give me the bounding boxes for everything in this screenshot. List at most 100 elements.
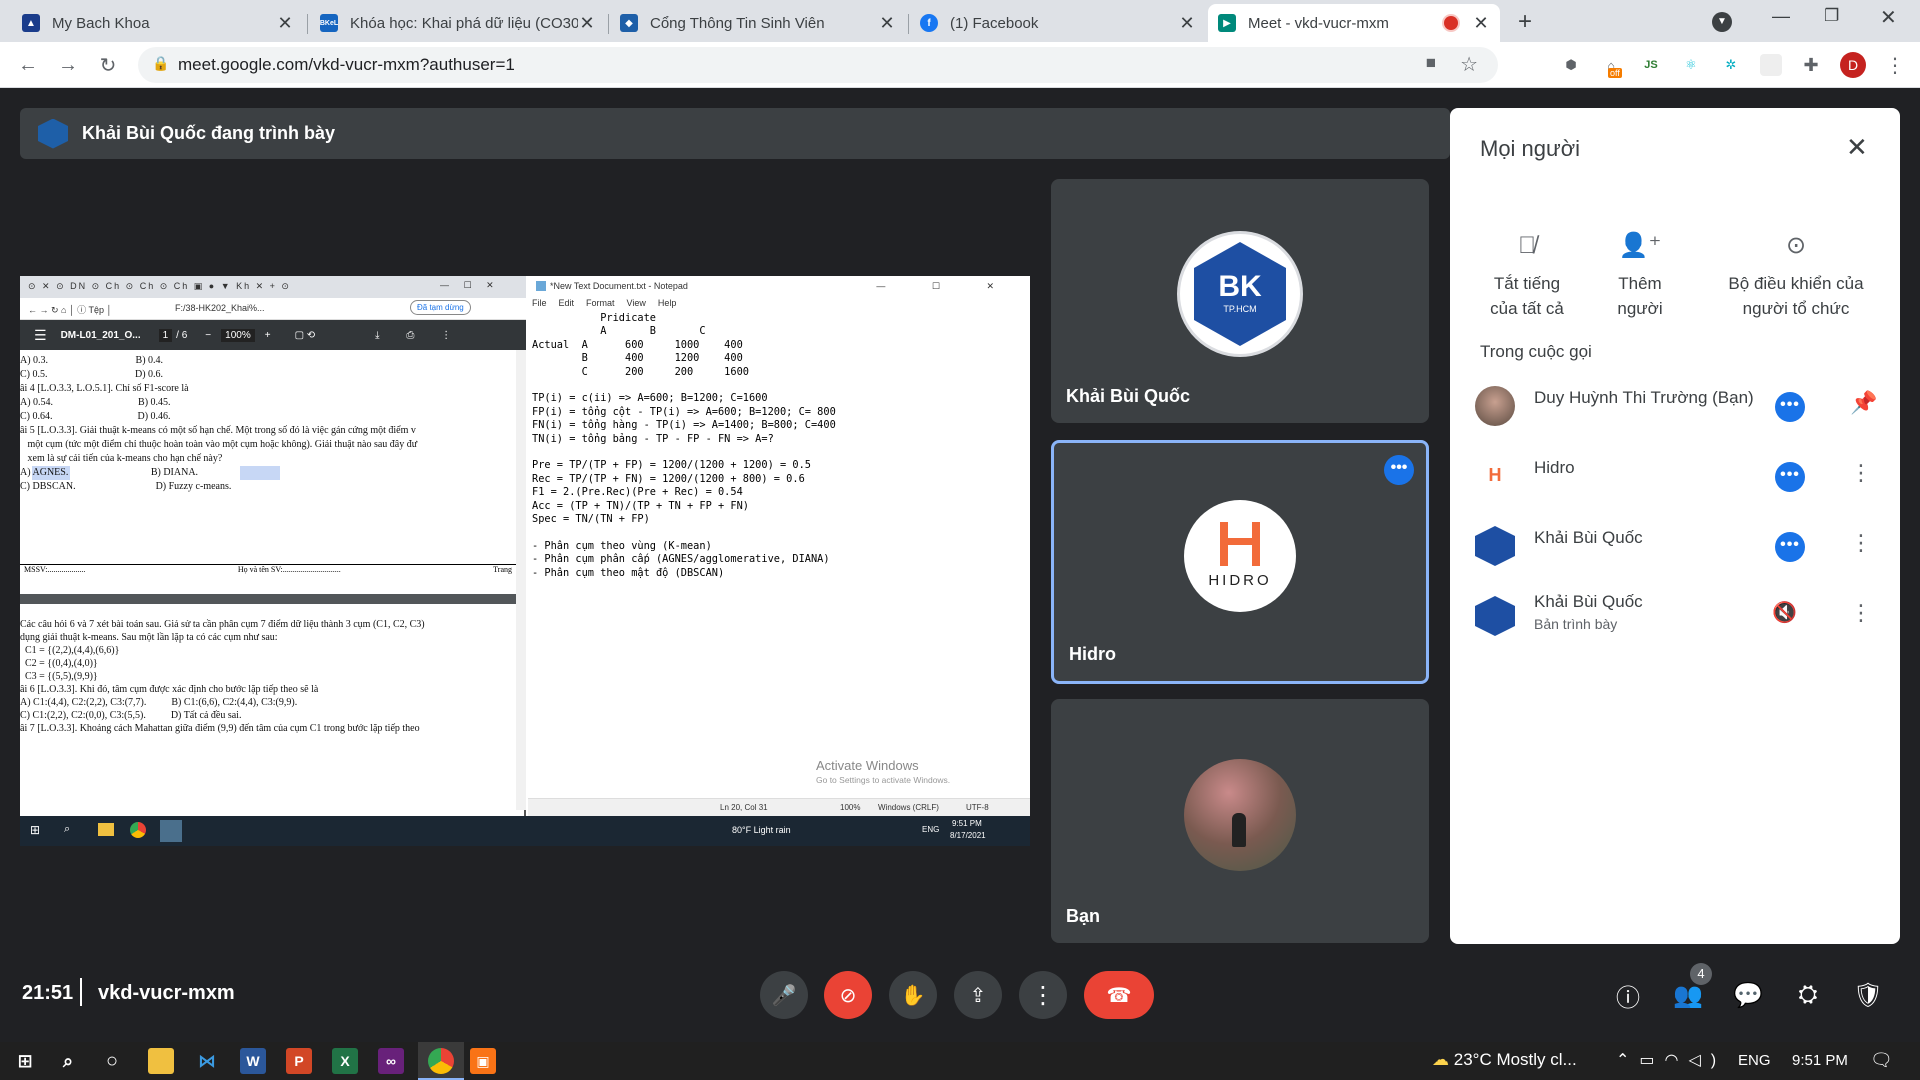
- weather-text: 23°C Mostly cl...: [1453, 1050, 1577, 1069]
- back-icon[interactable]: ←: [14, 51, 42, 79]
- menu-file[interactable]: File: [532, 298, 547, 312]
- pdf-footer-mssv: MSSV:...................: [24, 565, 86, 574]
- tab-congthongtin[interactable]: ◆ Cổng Thông Tin Sinh Viên ✕: [610, 4, 906, 42]
- menu-help[interactable]: Help: [658, 298, 677, 312]
- section-heading: Trong cuộc gọi: [1480, 342, 1592, 361]
- bookmark-star-icon[interactable]: ☆: [1460, 52, 1478, 77]
- extension-js-icon[interactable]: JS: [1640, 54, 1662, 76]
- more-options-icon[interactable]: •••: [1775, 392, 1805, 422]
- tray-icons[interactable]: ⌃▭◠◁): [1616, 1050, 1726, 1070]
- chat-icon[interactable]: 💬: [1730, 977, 1766, 1013]
- close-icon[interactable]: ✕: [878, 13, 896, 34]
- extension-shield-icon[interactable]: ⬢: [1560, 54, 1582, 76]
- leave-call-button[interactable]: ☎: [1084, 971, 1154, 1019]
- browser-tab-strip: ▲ My Bach Khoa ✕ BKeL Khóa học: Khai phá…: [0, 0, 1920, 42]
- extension-off-icon[interactable]: ⌂ off: [1600, 54, 1622, 78]
- clock-time: 9:51 PM: [952, 819, 982, 828]
- present-button[interactable]: ⇪: [954, 971, 1002, 1019]
- weather-widget[interactable]: ☁ 23°C Mostly cl...: [1432, 1050, 1577, 1070]
- participant-row[interactable]: H Hidro ••• ⋮: [1450, 446, 1900, 506]
- hidro-logo-avatar: HIDRO: [1184, 500, 1296, 612]
- menu-edit[interactable]: Edit: [559, 298, 575, 312]
- windows-start-icon[interactable]: ⊞: [12, 1048, 38, 1074]
- pdf-page[interactable]: 1: [158, 328, 173, 342]
- search-icon[interactable]: ⌕: [55, 1048, 81, 1074]
- participant-tile[interactable]: Bạn: [1051, 699, 1429, 943]
- maximize-button[interactable]: ❐: [1824, 6, 1839, 26]
- forward-icon[interactable]: →: [54, 51, 82, 79]
- close-icon[interactable]: ✕: [578, 13, 596, 34]
- excel-icon[interactable]: X: [332, 1048, 358, 1074]
- pin-icon[interactable]: 📌: [1850, 390, 1877, 416]
- kebab-menu-icon[interactable]: ⋮: [1850, 530, 1872, 556]
- add-people-button[interactable]: 👤⁺ Thêm người: [1590, 208, 1690, 321]
- participant-tile-active[interactable]: ••• HIDRO Hidro: [1051, 440, 1429, 684]
- more-options-button[interactable]: ⋮: [1019, 971, 1067, 1019]
- close-icon[interactable]: ✕: [1846, 132, 1868, 163]
- pdf-scrollbar[interactable]: [516, 350, 526, 810]
- tab-khaiphadulieu[interactable]: BKeL Khóa học: Khai phá dữ liệu (CO30 ✕: [310, 4, 606, 42]
- file-explorer-icon[interactable]: [148, 1048, 174, 1074]
- participant-row[interactable]: Khải Bùi Quốc Bản trình bày 🔇 ⋮: [1450, 586, 1900, 646]
- host-controls-button[interactable]: ⊙ Bộ điều khiển của người tổ chức: [1706, 208, 1886, 321]
- close-icon[interactable]: ✕: [276, 13, 294, 34]
- camera-off-button[interactable]: ⊘: [824, 971, 872, 1019]
- window-close-button[interactable]: ✕: [1880, 5, 1897, 30]
- microphone-button[interactable]: 🎤: [760, 971, 808, 1019]
- facebook-icon: f: [920, 14, 938, 32]
- cortana-icon[interactable]: ○: [99, 1048, 125, 1074]
- powerpoint-icon[interactable]: P: [286, 1048, 312, 1074]
- notification-icon[interactable]: 🗨: [1870, 1050, 1893, 1071]
- menu-icon[interactable]: ☰: [34, 327, 47, 344]
- mute-all-button[interactable]: 🎙̸ Tắt tiếng của tất cả: [1474, 208, 1580, 321]
- tab-mybachkhoa[interactable]: ▲ My Bach Khoa ✕: [12, 4, 304, 42]
- more-options-icon[interactable]: •••: [1775, 462, 1805, 492]
- close-icon[interactable]: ✕: [1178, 13, 1196, 34]
- participant-tile[interactable]: BK TP.HCM Khải Bùi Quốc: [1051, 179, 1429, 423]
- word-icon[interactable]: W: [240, 1048, 266, 1074]
- new-tab-button[interactable]: +: [1518, 8, 1532, 36]
- extensions-puzzle-icon[interactable]: ✚: [1800, 54, 1822, 76]
- activities-icon[interactable]: ⛭: [1790, 977, 1826, 1013]
- pdf-zoom[interactable]: 100%: [221, 328, 255, 342]
- tab-meet[interactable]: ▶ Meet - vkd-vucr-mxm ✕: [1208, 4, 1500, 42]
- extension-blank-icon[interactable]: [1760, 54, 1782, 76]
- lang-text: ENG: [922, 825, 940, 834]
- menu-view[interactable]: View: [627, 298, 646, 312]
- app-orange-icon[interactable]: ▣: [470, 1048, 496, 1074]
- menu-format[interactable]: Format: [586, 298, 615, 312]
- vscode-icon[interactable]: ⋈: [194, 1048, 220, 1074]
- participant-row[interactable]: Khải Bùi Quốc ••• ⋮: [1450, 516, 1900, 576]
- bkel-icon: BKeL: [320, 14, 338, 32]
- camera-icon[interactable]: ■: [1426, 53, 1436, 73]
- host-controls-icon[interactable]: 🛡: [1850, 977, 1886, 1013]
- toggle-icon: ⊙: [1785, 232, 1807, 259]
- minimize-button[interactable]: —: [1772, 6, 1790, 27]
- address-bar[interactable]: 🔒 meet.google.com/vkd-vucr-mxm?authuser=…: [138, 47, 1498, 83]
- close-icon[interactable]: ✕: [1472, 13, 1490, 34]
- clock[interactable]: 9:51 PM: [1792, 1052, 1848, 1069]
- kebab-menu-icon[interactable]: ⋮: [1850, 460, 1872, 486]
- raise-hand-button[interactable]: ✋: [889, 971, 937, 1019]
- participant-row[interactable]: Duy Huỳnh Thi Trường (Bạn) ••• 📌: [1450, 376, 1900, 436]
- tab-search-icon[interactable]: ▼: [1712, 12, 1732, 32]
- presenting-banner: Khải Bùi Quốc đang trình bày: [20, 108, 1450, 159]
- person-add-icon: 👤⁺: [1618, 232, 1662, 259]
- chrome-menu-icon[interactable]: ⋮: [1884, 54, 1906, 77]
- profile-avatar[interactable]: D: [1840, 52, 1866, 78]
- chrome-taskbar-active[interactable]: [418, 1042, 464, 1080]
- reload-icon[interactable]: ↻: [94, 51, 122, 79]
- kebab-menu-icon[interactable]: ⋮: [1850, 600, 1872, 626]
- tab-facebook[interactable]: f (1) Facebook ✕: [910, 4, 1206, 42]
- extension-react-icon[interactable]: ⚛: [1680, 54, 1702, 76]
- visual-studio-icon[interactable]: ∞: [378, 1048, 404, 1074]
- language-indicator[interactable]: ENG: [1738, 1052, 1771, 1069]
- more-options-icon[interactable]: •••: [1775, 532, 1805, 562]
- participant-name: Duy Huỳnh Thi Trường (Bạn): [1534, 388, 1754, 407]
- people-icon[interactable]: 👥 4: [1670, 963, 1712, 1013]
- notepad-text[interactable]: Pridicate A B C Actual A 600 1000 400 B …: [532, 312, 1020, 782]
- more-options-icon[interactable]: •••: [1384, 455, 1414, 485]
- extension-gear-icon[interactable]: ✲: [1720, 54, 1742, 76]
- meeting-code: vkd-vucr-mxm: [98, 982, 235, 1004]
- info-icon[interactable]: ⓘ: [1610, 977, 1646, 1013]
